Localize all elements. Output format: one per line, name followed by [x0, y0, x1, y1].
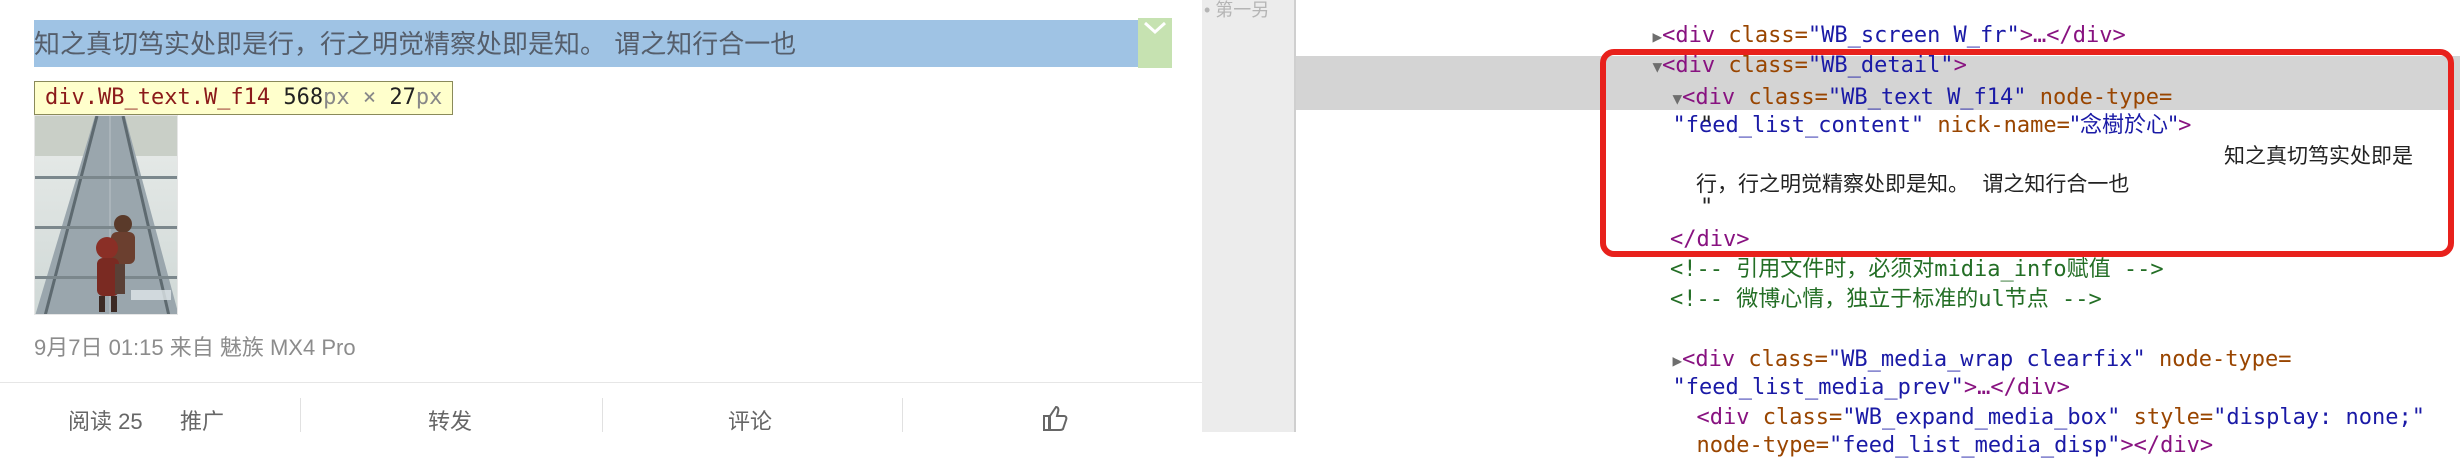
- tooltip-times: ×: [362, 85, 377, 110]
- post-image-thumbnail[interactable]: [34, 115, 178, 315]
- attr-value: "display: none;": [2213, 405, 2426, 430]
- page-gutter: [1202, 0, 1294, 432]
- html-comment[interactable]: <!-- 微博心情，独立于标准的ul节点 -->: [1670, 286, 2102, 314]
- comment-button[interactable]: 评论: [728, 404, 772, 436]
- divider: [602, 398, 603, 432]
- divider: [300, 398, 301, 432]
- attr-value: "feed_list_media_disp": [1828, 433, 2121, 458]
- divider: [902, 398, 903, 432]
- post-meta: 9月7日 01:15 来自 魅族 MX4 Pro: [34, 335, 356, 360]
- html-comment[interactable]: <!-- 引用文件时，必须对midia_info赋值 -->: [1670, 256, 2164, 284]
- forward-button[interactable]: 转发: [428, 404, 472, 436]
- tooltip-selector: div.WB_text.W_f14: [45, 85, 271, 110]
- dom-node-expand-media-cont: node-type="feed_list_media_disp"></div>: [1670, 404, 2214, 460]
- promote-button[interactable]: 推广: [180, 404, 224, 436]
- attr-name: node-type=: [1696, 433, 1829, 458]
- weibo-post-card: 知之真切笃实处即是行，行之明觉精察处即是知。 谓之知行合一也 div.WB_te…: [0, 0, 1202, 434]
- tooltip-width: 568: [283, 85, 324, 110]
- like-thumb-icon[interactable]: [1040, 404, 1068, 432]
- attr-name: node-type=: [2145, 347, 2292, 372]
- gutter-text: • 第一另: [1204, 0, 1270, 20]
- chevron-down-icon[interactable]: [1140, 18, 1170, 38]
- tooltip-unit-2: px: [415, 85, 443, 110]
- tag: ></div>: [2120, 433, 2214, 458]
- inspector-tooltip: div.WB_text.W_f14 568px × 27px: [34, 81, 454, 115]
- pier-photo: [35, 116, 177, 314]
- post-text: 知之真切笃实处即是行，行之明觉精察处即是知。 谓之知行合一也: [34, 30, 797, 60]
- tag: >…</div>: [2019, 23, 2126, 48]
- red-annotation-box: [1600, 49, 2454, 257]
- read-count: 阅读 25: [68, 409, 143, 434]
- divider: [0, 382, 1202, 383]
- tooltip-height: 27: [389, 85, 416, 110]
- tooltip-unit: px: [323, 85, 350, 110]
